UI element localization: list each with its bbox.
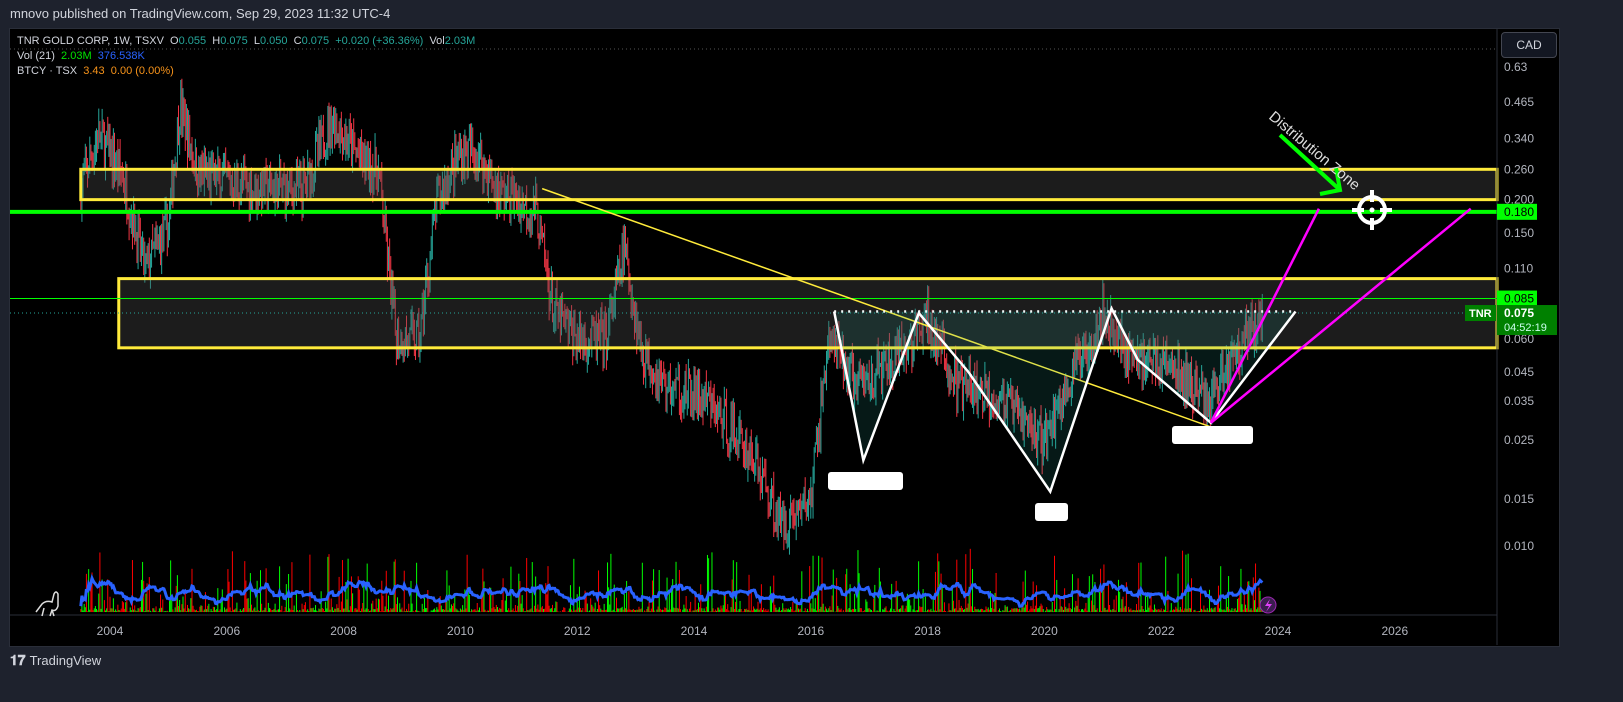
time-axis[interactable]: 2004 2006 2008 2010 2012 2014 2016 2018 2020 2022…: [97, 624, 1409, 638]
price-tick-label: 0.015: [1504, 492, 1534, 506]
time-tick-label: 2008: [330, 624, 357, 638]
lightning-icon[interactable]: [1259, 596, 1277, 614]
time-tick-label: 2006: [213, 624, 240, 638]
chart-legend: TNR GOLD CORP, 1W, TSXV O0.055 H0.075 L0…: [17, 34, 475, 79]
price-tick-label: 0.045: [1504, 365, 1534, 379]
target-center: [1369, 207, 1375, 213]
vol-ind-value: 2.03M: [61, 50, 92, 62]
last-price: 0.075: [1504, 306, 1534, 320]
price-tick-label: 0.010: [1504, 539, 1534, 553]
time-tick-label: 2014: [681, 624, 708, 638]
w-pattern: [832, 305, 1297, 495]
compare-change: 0.00 (0.00%): [110, 65, 174, 77]
price-tick-label: 0.260: [1504, 162, 1534, 176]
price-tick-label: 0.035: [1504, 394, 1534, 408]
h-label: H: [212, 35, 221, 47]
time-tick-label: 2020: [1031, 624, 1058, 638]
o-label: O: [170, 35, 179, 47]
tradingview-logo[interactable]: 𝟏𝟕 TradingView: [10, 652, 101, 669]
time-tick-label: 2024: [1265, 624, 1292, 638]
compare-legend[interactable]: BTCY · TSX 3.43 0.00 (0.00%): [17, 64, 475, 79]
bottom-label-box: [1035, 503, 1068, 521]
change-value: +0.020 (+36.36%): [335, 35, 424, 47]
bottom-label-box: [828, 472, 903, 490]
time-tick-label: 2016: [797, 624, 824, 638]
support-resistance-zone: [79, 167, 1499, 202]
price-tick-label: 0.63: [1504, 60, 1528, 74]
footer-brand: TradingView: [29, 653, 102, 668]
compare-symbol: BTCY · TSX: [17, 65, 78, 77]
time-tick-label: 2004: [97, 624, 124, 638]
c-label: C: [293, 35, 302, 47]
price-tick-label: 0.340: [1504, 131, 1534, 145]
green-line-price: 0.180: [1504, 205, 1534, 219]
ticker-label: TNR: [1469, 308, 1492, 320]
price-axis[interactable]: 0.630.4650.3400.2600.2000.1500.1100.0850…: [1465, 60, 1557, 553]
price-tick-label: 0.110: [1504, 262, 1533, 276]
symbol-legend: TNR GOLD CORP, 1W, TSXV O0.055 H0.075 L0…: [17, 34, 475, 49]
vol-ma-value: 376.538K: [97, 50, 145, 62]
time-tick-label: 2018: [914, 624, 941, 638]
tv-logo-icon: 𝟏𝟕: [10, 652, 26, 668]
vol-label: Vol: [429, 35, 445, 47]
bar-countdown: 04:52:19: [1504, 322, 1547, 334]
low-value: 0.050: [259, 35, 288, 47]
close-value: 0.075: [301, 35, 330, 47]
vol-value: 2.03M: [444, 35, 476, 47]
price-tick-label: 0.150: [1504, 226, 1534, 240]
price-chart[interactable]: Distribution Zone 0.630.4650.3400.2600.2…: [0, 0, 1623, 702]
volume-indicator-legend[interactable]: Vol (21) 2.03M 376.538K: [17, 49, 475, 64]
price-tick-label: 0.465: [1504, 95, 1534, 109]
bottom-label-box: [1172, 426, 1253, 444]
time-tick-label: 2026: [1381, 624, 1408, 638]
time-tick-label: 2022: [1148, 624, 1175, 638]
high-value: 0.075: [220, 35, 248, 47]
currency-button[interactable]: CAD: [1501, 32, 1557, 58]
time-tick-label: 2010: [447, 624, 474, 638]
vol-ind-name: Vol (21): [17, 50, 55, 62]
open-value: 0.055: [178, 35, 207, 47]
dino-icon[interactable]: [35, 591, 59, 617]
price-tick-label: 0.025: [1504, 433, 1534, 447]
volume-bars: [79, 548, 1264, 612]
time-tick-label: 2012: [564, 624, 591, 638]
compare-price: 3.43: [83, 65, 105, 77]
symbol-name[interactable]: TNR GOLD CORP, 1W, TSXV: [17, 35, 164, 47]
thin-line-price: 0.085: [1504, 292, 1534, 306]
